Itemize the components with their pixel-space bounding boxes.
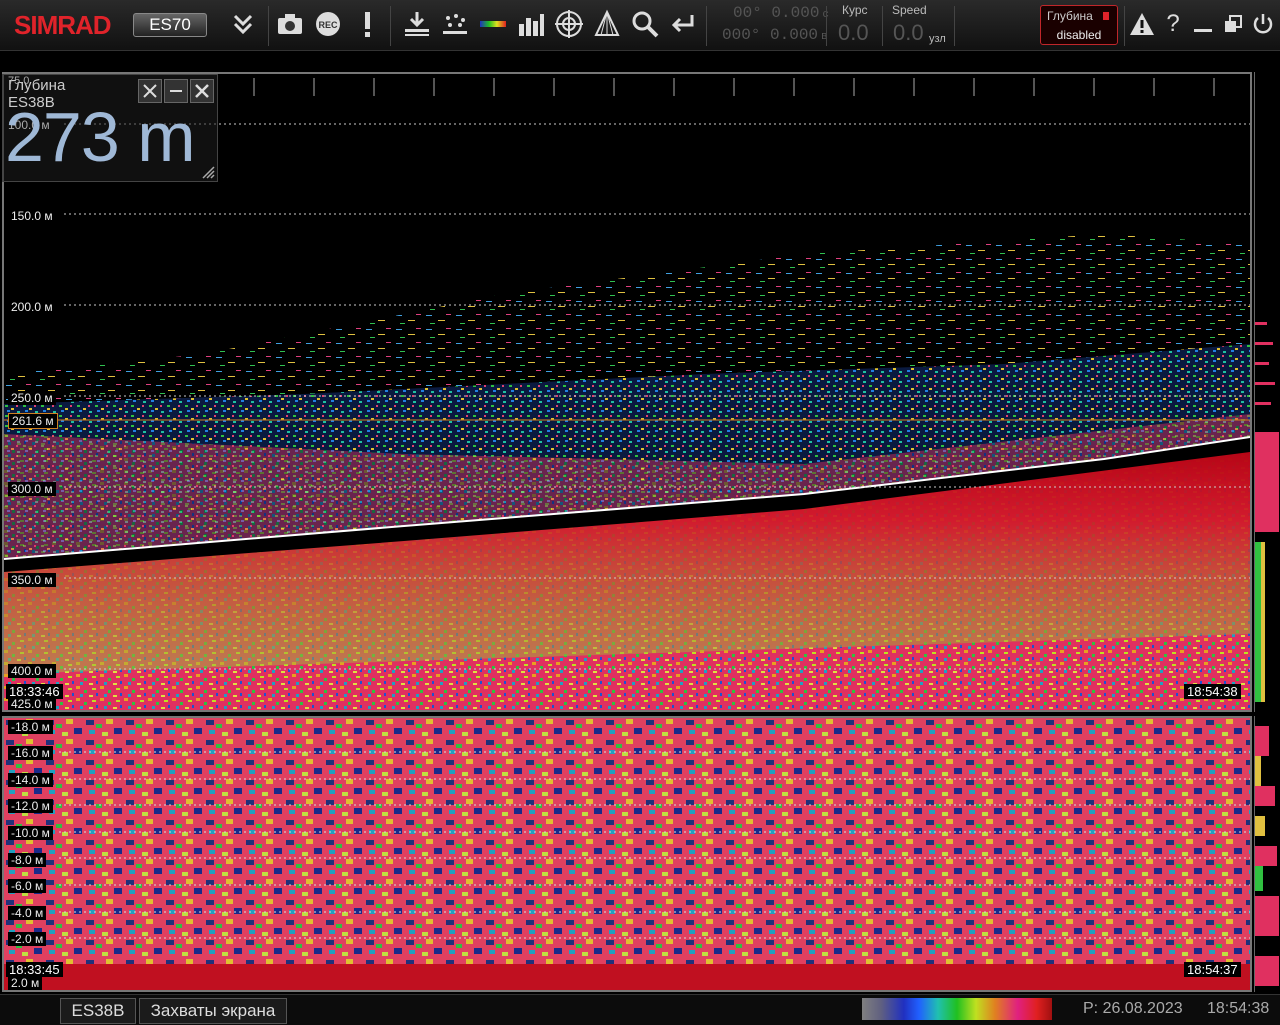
warning-icon — [1130, 13, 1154, 35]
help-icon: ? — [1166, 10, 1180, 37]
speed-label: Speed — [892, 3, 927, 17]
event-button[interactable] — [350, 4, 384, 44]
course-value: 0.0 — [838, 20, 869, 45]
minus-icon — [170, 90, 182, 92]
depth-marker-label[interactable]: 261.6 м — [8, 413, 58, 429]
histogram-icon — [519, 14, 544, 36]
depth-label: 350.0 м — [8, 573, 56, 587]
bottom-depth-label: 2.0 м — [8, 976, 43, 990]
palette-button[interactable] — [476, 4, 510, 44]
noise-button[interactable] — [438, 4, 472, 44]
expand-button[interactable] — [226, 4, 260, 44]
depth-alarm-button[interactable]: Глубина disabled — [1040, 5, 1118, 45]
bottom-depth-label: -12.0 м — [8, 799, 53, 813]
alarm-indicator-icon — [1103, 12, 1109, 20]
depth-label: 300.0 м — [8, 482, 56, 496]
power-button[interactable] — [1248, 4, 1278, 44]
transducer-button[interactable] — [590, 4, 624, 44]
toolbar: SIMRAD ES70 REC 00° 0.000c 000° 0.000в К… — [0, 0, 1280, 51]
close-icon — [195, 84, 209, 98]
record-icon: REC — [316, 12, 340, 36]
status-time: 18:54:38 — [1207, 1000, 1270, 1017]
alarm-label: Глубина — [1047, 9, 1093, 23]
bottom-end-time: 18:54:37 — [1184, 962, 1241, 977]
expand-icon — [233, 14, 253, 35]
record-button[interactable]: REC — [311, 4, 345, 44]
bottom-histogram — [1254, 716, 1279, 992]
histogram-bars — [1255, 322, 1279, 702]
bottom-depth-label: -10.0 м — [8, 826, 53, 840]
screenshot-button[interactable] — [273, 4, 307, 44]
start-time: 18:33:46 — [6, 684, 63, 699]
zoom-button[interactable] — [628, 4, 662, 44]
simrad-logo: SIMRAD — [14, 10, 112, 40]
target-button[interactable] — [552, 4, 586, 44]
alarm-state: disabled — [1056, 28, 1102, 42]
bottom-depth-label: -8.0 м — [8, 853, 47, 867]
longitude: 000° 0.000 в — [722, 26, 828, 44]
depth-readout-panel[interactable]: Глубина 75.0 ES38B 100.0 м 273 m — [2, 74, 218, 182]
speed-unit: узл — [929, 33, 946, 45]
status-bar: ES38B Захваты экрана P: 26.08.2023 18:54… — [0, 994, 1280, 1025]
bottom-depth-label: -4.0 м — [8, 906, 47, 920]
latitude: 00° 0.000c — [733, 4, 829, 22]
restore-button[interactable] — [1218, 4, 1248, 44]
bottom-histogram-bars — [1255, 726, 1279, 986]
bottom-depth-label: -16.0 м — [8, 746, 53, 760]
back-button[interactable] — [664, 4, 698, 44]
minimize-button[interactable] — [1188, 4, 1218, 44]
target-icon — [555, 10, 583, 38]
bottom-icon — [405, 12, 429, 36]
settings-button[interactable] — [138, 79, 162, 103]
bottom-echogram-canvas — [4, 718, 1250, 990]
minimize-icon — [1194, 29, 1212, 32]
camera-icon — [278, 14, 302, 34]
bottom-depth-label: -2.0 м — [8, 932, 47, 946]
model-badge: ES70 — [133, 13, 207, 37]
depth-label: 250.0 м — [8, 391, 56, 405]
depth-label: 150.0 м — [8, 209, 56, 223]
power-icon — [1253, 14, 1273, 34]
collapse-button[interactable] — [164, 79, 188, 103]
help-button[interactable]: ? — [1158, 4, 1188, 44]
tools-icon — [143, 84, 157, 98]
noise-icon — [443, 14, 467, 34]
back-icon — [671, 15, 694, 33]
transducer-icon — [594, 9, 620, 36]
depth-value: 273 m — [5, 98, 196, 176]
bottom-depth-label: -6.0 м — [8, 879, 47, 893]
tab-channel[interactable]: ES38B — [60, 998, 136, 1024]
tab-screen-captures[interactable]: Захваты экрана — [139, 998, 287, 1024]
palette-icon — [480, 21, 506, 27]
zoom-icon — [632, 11, 659, 38]
resize-handle-icon[interactable] — [201, 165, 215, 179]
bottom-start-time: 18:33:45 — [6, 962, 63, 977]
speed-value: 0.0 — [893, 20, 924, 45]
bottom-depth-label: -14.0 м — [8, 773, 53, 787]
warning-button[interactable] — [1126, 4, 1158, 44]
color-scale[interactable] — [862, 998, 1052, 1020]
restore-icon — [1225, 15, 1242, 32]
status-date: P: 26.08.2023 — [1083, 1000, 1183, 1017]
depth-label: 425.0 м — [8, 697, 56, 710]
depth-histogram — [1254, 72, 1279, 712]
echogram-bottom[interactable]: -18.0 м -16.0 м -14.0 м -12.0 м -10.0 м … — [2, 716, 1252, 992]
depth-label: 400.0 м — [8, 664, 56, 678]
event-icon — [365, 12, 370, 37]
bottom-depth-label: -18.0 м — [8, 720, 53, 734]
svg-text:REC: REC — [318, 20, 338, 30]
range-top-label: 75.0 — [8, 75, 30, 87]
course-label: Курс — [842, 3, 868, 17]
bottom-detect-button[interactable] — [400, 4, 434, 44]
close-button[interactable] — [190, 79, 214, 103]
histogram-button[interactable] — [514, 4, 548, 44]
end-time: 18:54:38 — [1184, 684, 1241, 699]
depth-label: 200.0 м — [8, 300, 56, 314]
